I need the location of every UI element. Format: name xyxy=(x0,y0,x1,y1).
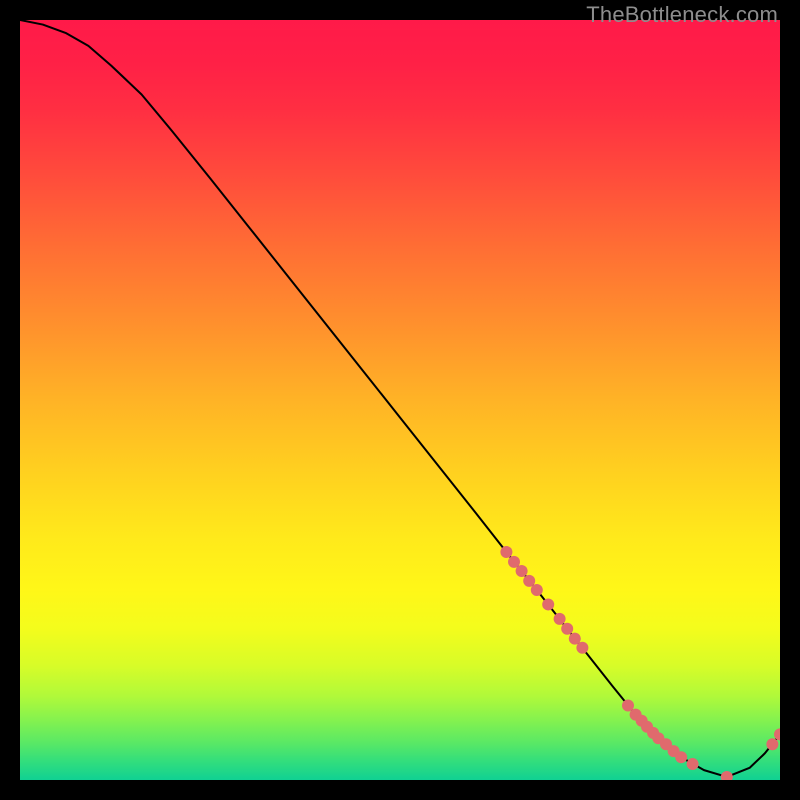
highlight-point xyxy=(561,623,573,635)
highlight-point xyxy=(766,738,778,750)
chart-svg xyxy=(20,20,780,780)
highlight-point xyxy=(531,584,543,596)
highlight-point xyxy=(675,751,687,763)
highlight-point xyxy=(554,613,566,625)
watermark-text: TheBottleneck.com xyxy=(586,2,778,28)
chart-frame xyxy=(20,20,780,780)
highlight-point xyxy=(542,598,554,610)
highlight-point xyxy=(500,546,512,558)
chart-background xyxy=(20,20,780,780)
highlight-point xyxy=(516,565,528,577)
highlight-point xyxy=(687,758,699,770)
highlight-point xyxy=(576,642,588,654)
